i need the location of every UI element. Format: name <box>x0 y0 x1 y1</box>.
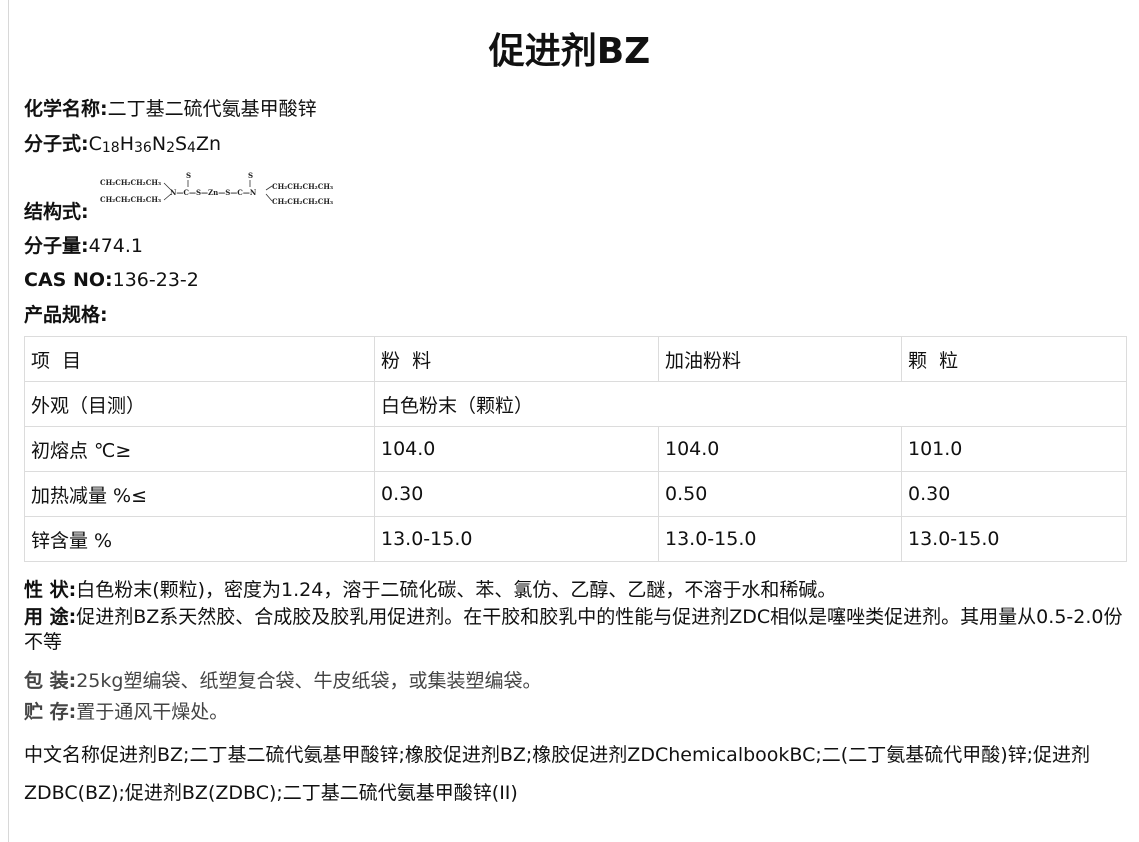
row-value-powder: 104.0 <box>374 426 659 472</box>
table-row: 锌含量 % 13.0-15.0 13.0-15.0 13.0-15.0 <box>24 516 1127 562</box>
formula-n: N <box>151 133 167 155</box>
storage-paragraph: 贮 存:置于通风干燥处。 <box>24 700 1124 725</box>
row-value-powder: 0.30 <box>374 471 659 517</box>
struct-left-bottom: CH₂CH₂CH₂CH₃ <box>100 195 161 204</box>
table-row: 初熔点 ℃≥ 104.0 104.0 101.0 <box>24 426 1127 472</box>
properties-text: 白色粉末(颗粒)，密度为1.24，溶于二硫化碳、苯、氯仿、乙醇、乙醚，不溶于水和… <box>76 579 837 601</box>
struct-bond-lt <box>163 182 172 191</box>
row-value-oiled: 104.0 <box>658 426 902 472</box>
row-value-granule: 0.30 <box>901 471 1127 517</box>
usage-label: 用 途: <box>24 606 77 628</box>
table-row: 加热减量 %≤ 0.30 0.50 0.30 <box>24 471 1127 517</box>
chemical-name-label: 化学名称: <box>24 98 108 120</box>
formula-label: 分子式: <box>24 133 89 155</box>
weight-value: 474.1 <box>88 235 144 257</box>
row-value-granule: 101.0 <box>901 426 1127 472</box>
struct-right-bottom: CH₂CH₂CH₂CH₃ <box>272 197 333 206</box>
formula-zn: Zn <box>195 133 222 155</box>
usage-text: 促进剂BZ系天然胶、合成胶及胶乳用促进剂。在干胶和胶乳中的性能与促进剂ZDC相似… <box>24 606 1123 653</box>
struct-s-right: S <box>248 171 253 180</box>
formula-h-count: 36 <box>134 140 152 156</box>
cas-label: CAS NO: <box>24 269 113 291</box>
storage-label: 贮 存: <box>24 701 77 723</box>
header-powder: 粉 料 <box>374 336 659 382</box>
struct-left-top: CH₂CH₂CH₂CH₃ <box>100 178 161 187</box>
row-item: 锌含量 % <box>24 516 375 562</box>
synonyms-paragraph: 中文名称促进剂BZ;二丁基二硫代氨基甲酸锌;橡胶促进剂BZ;橡胶促进剂ZDChe… <box>24 744 1091 804</box>
packaging-text: 25kg塑编袋、纸塑复合袋、牛皮纸袋，或集装塑编袋。 <box>76 670 542 692</box>
usage-paragraph: 用 途:促进剂BZ系天然胶、合成胶及胶乳用促进剂。在干胶和胶乳中的性能与促进剂Z… <box>24 605 1124 655</box>
weight-label: 分子量: <box>24 235 89 257</box>
spec-table: 项 目 粉 料 加油粉料 颗 粒 外观（目测） 白色粉末（颗粒） 初熔点 ℃≥ … <box>24 336 1127 562</box>
row-item: 加热减量 %≤ <box>24 471 375 517</box>
left-border <box>8 0 9 842</box>
structural-formula-image: CH₂CH₂CH₂CH₃ CH₂CH₂CH₂CH₃ N—C—S—Zn—S—C—N… <box>100 171 333 206</box>
header-item: 项 目 <box>24 336 375 382</box>
appearance-item: 外观（目测） <box>24 381 375 427</box>
formula-s-count: 4 <box>187 140 196 156</box>
document-page: 促进剂BZ 化学名称:二丁基二硫代氨基甲酸锌 分子式:C18H36N2S4Zn … <box>0 0 1139 842</box>
struct-bond-lb <box>163 193 172 201</box>
packaging-paragraph: 包 装:25kg塑编袋、纸塑复合袋、牛皮纸袋，或集装塑编袋。 <box>24 669 1124 694</box>
spec-label: 产品规格: <box>24 304 108 326</box>
struct-right-top: CH₂CH₂CH₂CH₃ <box>272 182 333 191</box>
formula-s: S <box>174 133 188 155</box>
chemical-name-row: 化学名称:二丁基二硫代氨基甲酸锌 <box>24 96 317 122</box>
storage-text: 置于通风干燥处。 <box>76 701 229 723</box>
header-oiled-powder: 加油粉料 <box>658 336 902 382</box>
cas-row: CAS NO:136-23-2 <box>24 267 199 293</box>
properties-label: 性 状: <box>24 579 77 601</box>
cas-value: 136-23-2 <box>112 269 199 291</box>
row-value-oiled: 0.50 <box>658 471 902 517</box>
row-item: 初熔点 ℃≥ <box>24 426 375 472</box>
properties-paragraph: 性 状:白色粉末(颗粒)，密度为1.24，溶于二硫化碳、苯、氯仿、乙醇、乙醚，不… <box>24 578 1124 603</box>
formula-row: 分子式:C18H36N2S4Zn <box>24 131 221 161</box>
formula-h: H <box>119 133 135 155</box>
table-row-appearance: 外观（目测） 白色粉末（颗粒） <box>24 381 1127 427</box>
weight-row: 分子量:474.1 <box>24 233 143 259</box>
struct-s-left: S <box>186 171 191 180</box>
struct-chain: N—C—S—Zn—S—C—N <box>170 188 257 197</box>
structure-row: 结构式: <box>24 199 89 225</box>
formula-value: C18H36N2S4Zn <box>88 133 222 156</box>
header-granule: 颗 粒 <box>901 336 1127 382</box>
appearance-value: 白色粉末（颗粒） <box>374 381 1127 427</box>
table-header-row: 项 目 粉 料 加油粉料 颗 粒 <box>24 336 1127 382</box>
structure-label: 结构式: <box>24 201 89 223</box>
chemical-name-value: 二丁基二硫代氨基甲酸锌 <box>107 98 317 120</box>
row-value-granule: 13.0-15.0 <box>901 516 1127 562</box>
row-value-oiled: 13.0-15.0 <box>658 516 902 562</box>
formula-c-count: 18 <box>101 140 120 156</box>
spec-row: 产品规格: <box>24 302 108 328</box>
formula-n-count: 2 <box>166 140 175 156</box>
page-title: 促进剂BZ <box>488 31 651 72</box>
formula-c: C <box>88 133 102 155</box>
packaging-label: 包 装: <box>24 670 77 692</box>
row-value-powder: 13.0-15.0 <box>374 516 659 562</box>
